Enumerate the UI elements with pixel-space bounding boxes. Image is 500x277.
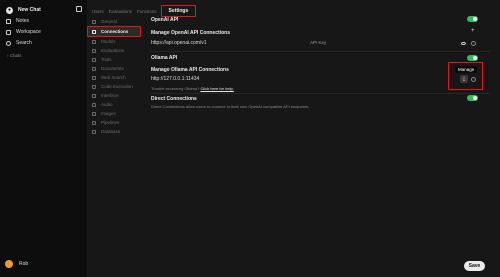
workspace-icon	[6, 29, 11, 35]
manage-openai-label: Manage OpenAI API Connections	[151, 30, 230, 36]
add-openai-connection-icon[interactable]: +	[471, 28, 475, 34]
nav-evaluations[interactable]: Evaluations	[88, 46, 150, 55]
nav-label: Documents	[101, 66, 124, 71]
new-chat-button[interactable]: ● New Chat	[4, 5, 84, 15]
user-name: Rob	[19, 261, 29, 267]
nav-label: Interface	[101, 93, 119, 98]
nav-code-execution[interactable]: Code Execution	[88, 82, 150, 91]
gear-icon[interactable]	[471, 41, 476, 46]
nav-label: Pipelines	[101, 120, 120, 125]
nav-tools[interactable]: Tools	[88, 55, 150, 64]
monitor-icon	[92, 93, 96, 98]
document-icon	[92, 66, 96, 71]
nav-web-search[interactable]: Web Search	[88, 73, 150, 82]
nav-label: Database	[101, 129, 121, 134]
search-icon	[6, 40, 11, 46]
nav-label: Tools	[101, 57, 112, 62]
nav-database[interactable]: Database	[88, 127, 150, 136]
nav-images[interactable]: Images	[88, 109, 150, 118]
openai-url-field[interactable]: https://api.openai.com/v1	[151, 40, 207, 46]
settings-nav: General Connections Models Evaluations T…	[87, 17, 150, 136]
database-icon	[92, 129, 96, 134]
ollama-api-toggle[interactable]	[467, 55, 478, 61]
nav-label: Evaluations	[101, 48, 125, 53]
sidebar-item-notes[interactable]: Notes	[6, 17, 29, 25]
help-link[interactable]: Click here for help.	[200, 86, 233, 91]
direct-connections-label: Direct Connections	[151, 96, 197, 102]
models-icon	[92, 39, 96, 44]
tab-users[interactable]: Users	[92, 9, 104, 14]
openai-api-label: OpenAI API	[151, 17, 179, 23]
gear-icon[interactable]	[471, 77, 476, 82]
avatar	[5, 260, 13, 268]
sidebar-item-search[interactable]: Search	[6, 39, 32, 47]
direct-connections-description: Direct Connections allow users to connec…	[151, 104, 310, 109]
sidebar-item-workspace[interactable]: Workspace	[6, 28, 41, 36]
cloud-icon	[92, 29, 96, 34]
trouble-text: Trouble accessing Ollama?	[151, 86, 200, 91]
nav-label: Code Execution	[101, 84, 133, 89]
gear-icon	[92, 19, 96, 24]
sidebar-item-label: Workspace	[16, 29, 41, 35]
pipeline-icon	[92, 120, 96, 125]
chats-section-toggle[interactable]: › Chats	[7, 53, 22, 58]
nav-models[interactable]: Models	[88, 37, 150, 46]
code-icon	[92, 84, 96, 89]
nav-label: Audio	[101, 102, 113, 107]
nav-interface[interactable]: Interface	[88, 91, 150, 100]
logo-icon: ●	[6, 6, 13, 14]
nav-label: Web Search	[101, 75, 126, 80]
wrench-icon	[92, 57, 96, 62]
evaluations-icon	[92, 48, 96, 53]
sidebar-item-label: Search	[16, 40, 32, 46]
nav-general[interactable]: General	[88, 17, 150, 26]
save-button[interactable]: Save	[464, 261, 485, 271]
eye-icon[interactable]	[461, 42, 466, 45]
admin-tabs: Users Evaluations Functions Settings	[92, 5, 201, 17]
sidebar: ● New Chat Notes Workspace Search › Chat…	[0, 0, 87, 277]
nav-audio[interactable]: Audio	[88, 100, 150, 109]
ollama-api-label: Ollama API	[151, 55, 178, 61]
tab-functions[interactable]: Functions	[137, 9, 157, 14]
globe-icon	[92, 75, 96, 80]
nav-label: Images	[101, 111, 116, 116]
user-menu[interactable]: Rob	[5, 260, 28, 268]
ollama-url-field[interactable]: http://127.0.0.1:11434	[151, 76, 199, 82]
nav-label: Connections	[101, 29, 129, 34]
image-icon	[92, 111, 96, 116]
manage-tooltip: Manage	[455, 66, 478, 73]
manage-ollama-label: Manage Ollama API Connections	[151, 67, 229, 73]
openai-api-toggle[interactable]	[467, 16, 478, 22]
speaker-icon	[92, 102, 96, 107]
openai-api-key-field[interactable]: API Key	[310, 40, 326, 45]
divider	[150, 93, 490, 94]
ollama-help-text: Trouble accessing Ollama? Click here for…	[151, 86, 234, 91]
tab-settings[interactable]: Settings	[160, 5, 197, 17]
nav-label: Models	[101, 39, 116, 44]
divider	[150, 51, 490, 52]
new-chat-label: New Chat	[18, 7, 41, 13]
nav-label: General	[101, 19, 118, 24]
sidebar-item-label: Notes	[16, 18, 30, 24]
compose-icon[interactable]	[76, 6, 82, 12]
tab-evaluations[interactable]: Evaluations	[109, 9, 132, 14]
nav-pipelines[interactable]: Pipelines	[88, 118, 150, 127]
chats-label: Chats	[9, 53, 22, 58]
download-icon[interactable]: ⤓	[460, 75, 468, 83]
notes-icon	[6, 18, 11, 24]
nav-connections[interactable]: Connections	[87, 26, 141, 37]
nav-documents[interactable]: Documents	[88, 64, 150, 73]
direct-connections-toggle[interactable]	[467, 95, 478, 101]
